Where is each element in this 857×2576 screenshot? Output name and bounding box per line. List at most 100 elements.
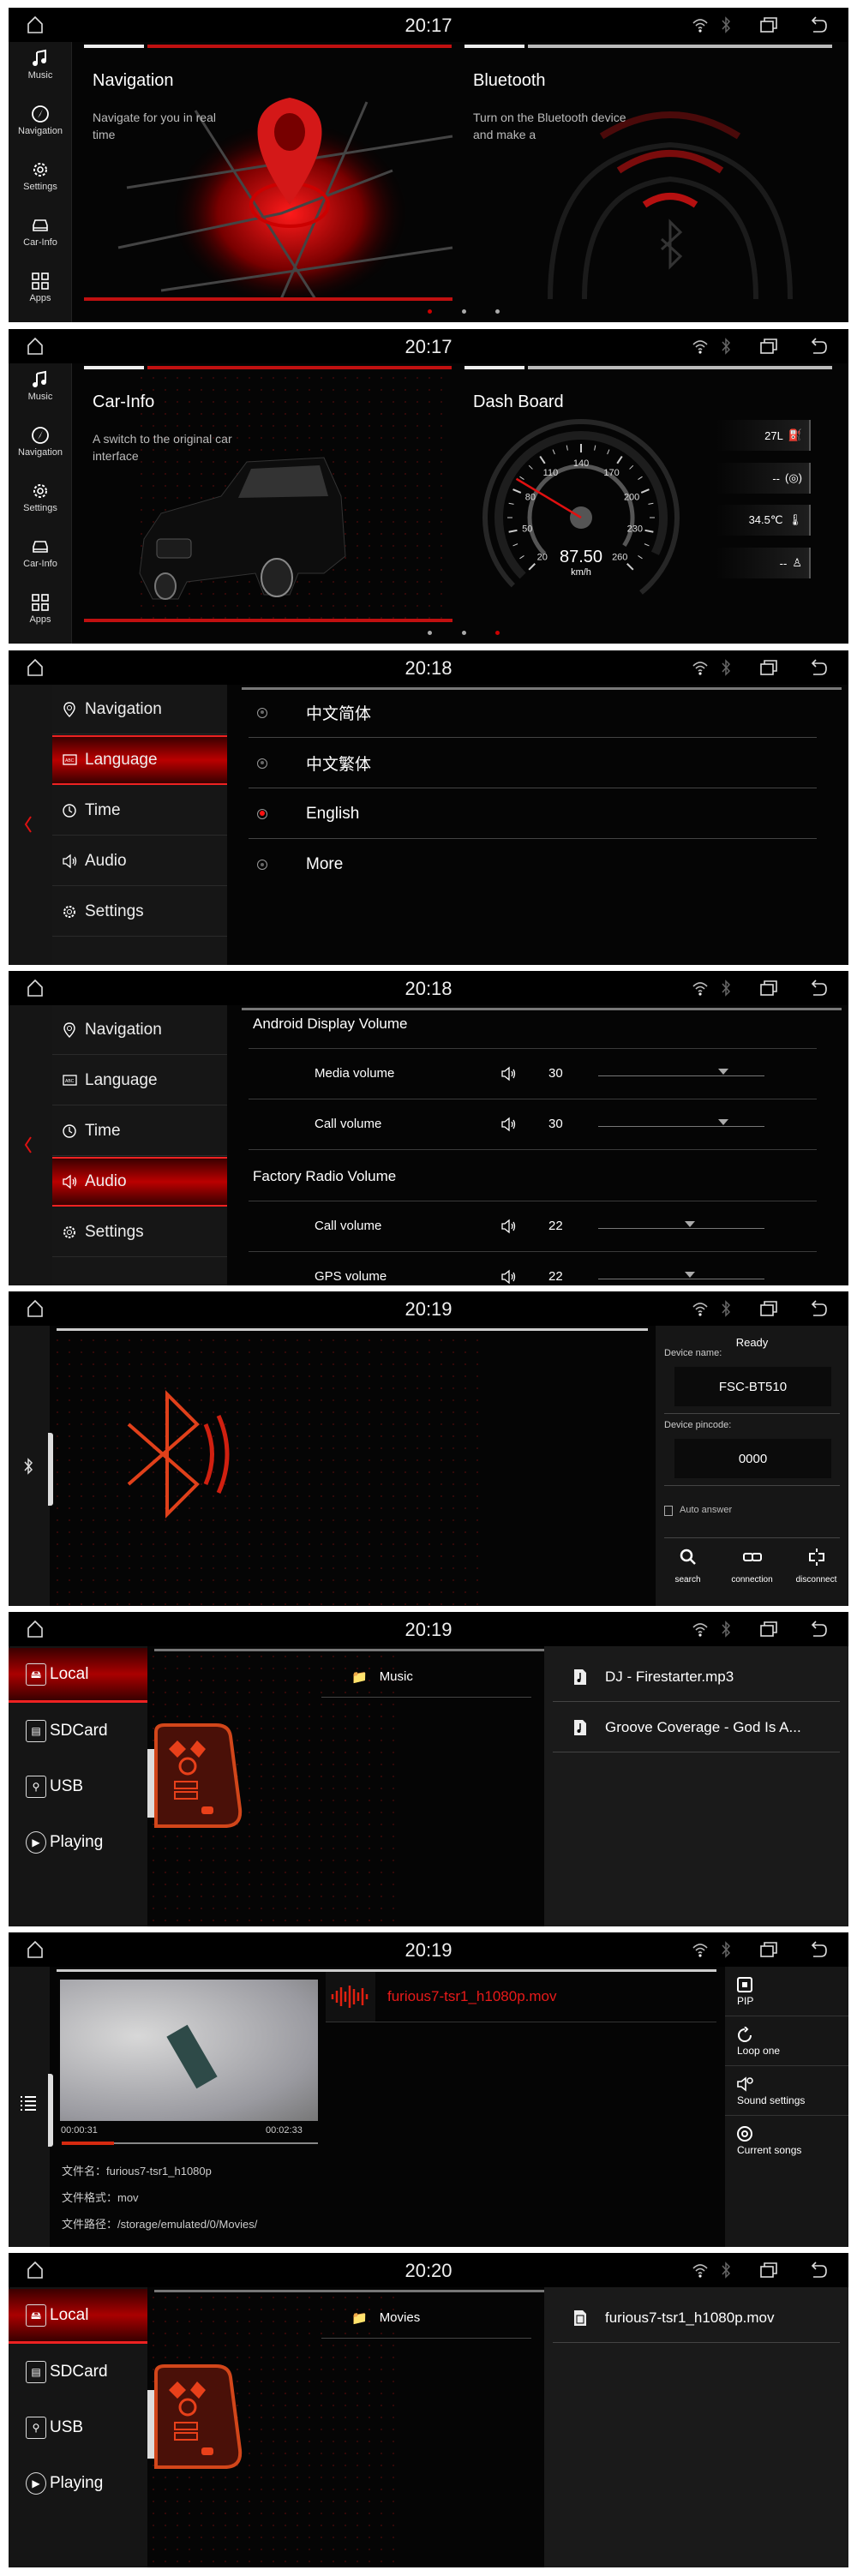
- seek-bar[interactable]: [62, 2142, 318, 2145]
- folder-item[interactable]: 📁 Movies: [321, 2297, 531, 2339]
- slider-thumb[interactable]: [717, 1119, 728, 1125]
- menu-item-language[interactable]: ABC Language: [52, 1056, 227, 1105]
- source-usb[interactable]: ⚲ USB: [9, 2400, 147, 2455]
- volume-slider[interactable]: [598, 1075, 764, 1076]
- pip-button[interactable]: PIP: [725, 1967, 848, 2016]
- radio-button[interactable]: [257, 707, 267, 718]
- page-dot[interactable]: [428, 631, 432, 635]
- volume-slider[interactable]: [598, 1126, 764, 1127]
- source-local[interactable]: 🖴 Local: [9, 1648, 147, 1703]
- car-info-card[interactable]: Car-Info A switch to the original car in…: [84, 372, 452, 619]
- source-playing[interactable]: ▶ Playing: [9, 2456, 147, 2511]
- source-usb[interactable]: ⚲ USB: [9, 1759, 147, 1814]
- back-icon[interactable]: [810, 1620, 829, 1638]
- back-icon[interactable]: [810, 979, 829, 997]
- page-dot[interactable]: [462, 631, 466, 635]
- page-dot[interactable]: [462, 309, 466, 314]
- radio-button[interactable]: [257, 860, 267, 870]
- temperature-info: 34.5℃ 🌡: [716, 505, 811, 536]
- now-playing-item[interactable]: furious7-tsr1_h1080p.mov: [326, 1971, 716, 2022]
- menu-item-settings[interactable]: Settings: [52, 887, 227, 937]
- language-option[interactable]: 中文繁体: [249, 739, 817, 788]
- recent-apps-icon[interactable]: [759, 1299, 778, 1318]
- menu-item-time[interactable]: Time: [52, 1106, 227, 1156]
- language-option-selected[interactable]: English: [249, 789, 817, 839]
- back-strip[interactable]: [9, 1005, 52, 1285]
- page-dot-active[interactable]: [495, 631, 500, 635]
- sidebar-item-apps[interactable]: Apps: [9, 272, 72, 303]
- sidebar-item-music[interactable]: Music: [9, 370, 72, 402]
- connection-button[interactable]: connection: [720, 1549, 784, 1585]
- source-sdcard[interactable]: ▤ SDCard: [9, 1704, 147, 1758]
- source-playing[interactable]: ▶ Playing: [9, 1815, 147, 1870]
- sidebar-item-car-info[interactable]: Car-Info: [9, 216, 72, 248]
- volume-value: 22: [548, 1269, 563, 1284]
- recent-apps-icon[interactable]: [759, 2261, 778, 2279]
- file-item[interactable]: Groove Coverage - God Is A...: [553, 1703, 840, 1752]
- sidebar-item-settings[interactable]: Settings: [9, 160, 72, 192]
- recent-apps-icon[interactable]: [759, 337, 778, 356]
- bluetooth-card[interactable]: Bluetooth Turn on the Bluetooth device a…: [464, 51, 833, 303]
- folder-item[interactable]: 📁 Music: [321, 1656, 531, 1698]
- back-icon[interactable]: [810, 658, 829, 677]
- page-dot[interactable]: [495, 309, 500, 314]
- card-top-bar: [147, 366, 452, 369]
- slider-thumb[interactable]: [684, 1221, 695, 1227]
- chevron-left-icon[interactable]: [22, 1135, 34, 1154]
- menu-item-navigation[interactable]: Navigation: [52, 1005, 227, 1055]
- slider-thumb[interactable]: [717, 1069, 728, 1075]
- file-item[interactable]: DJ - Firestarter.mp3: [553, 1652, 840, 1702]
- recent-apps-icon[interactable]: [759, 658, 778, 677]
- radio-button-checked[interactable]: [257, 808, 267, 819]
- recent-apps-icon[interactable]: [759, 1620, 778, 1638]
- current-songs-button[interactable]: Current songs: [725, 2116, 848, 2166]
- source-sdcard[interactable]: ▤ SDCard: [9, 2345, 147, 2399]
- source-local[interactable]: 🖴 Local: [9, 2289, 147, 2344]
- back-icon[interactable]: [810, 1299, 829, 1318]
- volume-slider[interactable]: [598, 1228, 764, 1229]
- auto-answer-checkbox[interactable]: [664, 1506, 673, 1516]
- recent-apps-icon[interactable]: [759, 15, 778, 34]
- recent-apps-icon[interactable]: [759, 979, 778, 997]
- playlist-icon[interactable]: [21, 2095, 36, 2111]
- slider-thumb[interactable]: [684, 1272, 695, 1278]
- menu-item-navigation[interactable]: Navigation: [52, 685, 227, 734]
- menu-item-settings[interactable]: Settings: [52, 1207, 227, 1257]
- back-icon[interactable]: [810, 337, 829, 356]
- back-icon[interactable]: [810, 2261, 829, 2279]
- back-icon[interactable]: [810, 15, 829, 34]
- back-icon[interactable]: [810, 1940, 829, 1959]
- disconnect-button[interactable]: disconnect: [784, 1549, 848, 1585]
- side-strip[interactable]: [9, 1326, 53, 1606]
- recent-apps-icon[interactable]: [759, 1940, 778, 1959]
- sidebar-item-apps[interactable]: Apps: [9, 593, 72, 625]
- menu-item-audio[interactable]: Audio: [52, 1157, 227, 1207]
- dashboard-card[interactable]: Dash Board 20 50 80 110 140 170 200 230 260 87.5…: [464, 372, 833, 619]
- pincode-field[interactable]: 0000: [674, 1439, 831, 1478]
- sidebar-item-navigation[interactable]: Navigation: [9, 105, 72, 136]
- bluetooth-icon[interactable]: [22, 1456, 34, 1477]
- side-strip[interactable]: [9, 1967, 53, 2247]
- video-preview[interactable]: [60, 1980, 318, 2121]
- language-option[interactable]: More: [249, 840, 817, 890]
- back-strip[interactable]: [9, 685, 52, 965]
- chevron-left-icon[interactable]: [22, 815, 34, 834]
- drawer-handle[interactable]: [48, 2074, 53, 2147]
- page-dot-active[interactable]: [428, 309, 432, 314]
- sidebar-item-settings[interactable]: Settings: [9, 482, 72, 513]
- file-item[interactable]: furious7-tsr1_h1080p.mov: [553, 2293, 840, 2343]
- sidebar-item-car-info[interactable]: Car-Info: [9, 537, 72, 569]
- navigation-card[interactable]: Navigation Navigate for you in real time: [84, 51, 453, 303]
- menu-item-language[interactable]: ABC Language: [52, 735, 227, 785]
- menu-item-audio[interactable]: Audio: [52, 836, 227, 886]
- sidebar-item-music[interactable]: Music: [9, 49, 72, 81]
- radio-button[interactable]: [257, 758, 267, 769]
- menu-item-time[interactable]: Time: [52, 786, 227, 836]
- search-button[interactable]: search: [656, 1549, 720, 1585]
- card-top-bar: [528, 366, 832, 369]
- loop-one-button[interactable]: Loop one: [725, 2016, 848, 2066]
- device-name-field[interactable]: FSC-BT510: [674, 1367, 831, 1406]
- language-option[interactable]: 中文简体: [249, 688, 817, 738]
- sound-settings-button[interactable]: Sound settings: [725, 2066, 848, 2116]
- sidebar-item-navigation[interactable]: Navigation: [9, 426, 72, 458]
